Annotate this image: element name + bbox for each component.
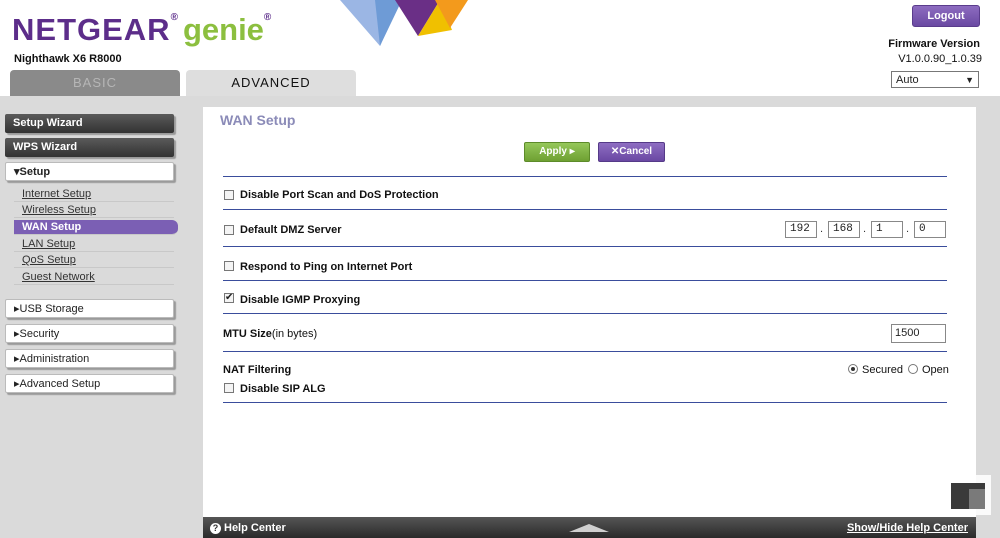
language-selected-value: Auto <box>896 74 919 86</box>
checkmark-icon: ✔ <box>225 292 234 303</box>
tab-advanced[interactable]: ADVANCED <box>186 70 356 96</box>
mtu-size-input[interactable]: 1500 <box>891 324 946 343</box>
ip-dot: . <box>906 223 910 235</box>
sidebar-item-usb-storage[interactable]: ▸USB Storage <box>5 299 174 318</box>
dmz-server-checkbox[interactable] <box>224 225 234 235</box>
sidebar-item-wps-wizard[interactable]: WPS Wizard <box>5 138 174 157</box>
mtu-label-text: MTU Size <box>223 328 272 340</box>
logout-button[interactable]: Logout <box>912 5 980 27</box>
dropdown-arrow-icon: ▼ <box>965 75 974 85</box>
firmware-version-label: Firmware Version <box>888 38 980 50</box>
separator <box>223 351 947 352</box>
separator <box>223 402 947 403</box>
sidebar-item-administration[interactable]: ▸Administration <box>5 349 174 368</box>
sidebar-item-label: Security <box>19 328 60 340</box>
ip-dot: . <box>820 223 824 235</box>
firmware-version-value: V1.0.0.90_1.0.39 <box>898 53 982 65</box>
sidebar-item-security[interactable]: ▸Security <box>5 324 174 343</box>
disable-port-scan-label: Disable Port Scan and DoS Protection <box>240 189 439 201</box>
nat-secured-radio[interactable] <box>848 364 858 374</box>
sidebar-item-label: Setup <box>19 166 51 178</box>
model-name: Nighthawk X6 R8000 <box>14 53 122 65</box>
sidebar-item-qos-setup[interactable]: QoS Setup <box>14 253 174 268</box>
sidebar-item-wireless-setup[interactable]: Wireless Setup <box>14 203 174 218</box>
dmz-ip-octet-4[interactable]: 0 <box>914 221 946 238</box>
tab-basic[interactable]: BASIC <box>10 70 180 96</box>
page-title: WAN Setup <box>220 112 296 128</box>
dmz-ip-octet-1[interactable]: 192 <box>785 221 817 238</box>
sidebar-item-lan-setup[interactable]: LAN Setup <box>14 237 174 252</box>
help-footer-bar: ? Help Center Show/Hide Help Center <box>203 517 976 538</box>
help-center-label: Help Center <box>224 522 286 534</box>
nat-open-label: Open <box>922 364 949 376</box>
apply-label: Apply <box>539 146 567 157</box>
sidebar-item-label: USB Storage <box>19 303 84 315</box>
separator <box>223 246 947 247</box>
netgear-genie-logo: NETGEAR® genie® <box>12 12 273 47</box>
language-select[interactable]: Auto ▼ <box>891 71 979 88</box>
decorative-triangles-icon <box>340 0 468 46</box>
show-hide-help-center-link[interactable]: Show/Hide Help Center <box>847 522 968 534</box>
sidebar-item-wan-setup[interactable]: WAN Setup <box>14 220 178 235</box>
dmz-server-label: Default DMZ Server <box>240 224 342 236</box>
sidebar: Setup Wizard WPS Wizard ▾Setup Internet … <box>0 96 185 538</box>
dmz-ip-octet-2[interactable]: 168 <box>828 221 860 238</box>
disable-sip-alg-label: Disable SIP ALG <box>240 383 326 395</box>
separator <box>223 280 947 281</box>
main-panel: WAN Setup Apply ▸ ✕Cancel Disable Port S… <box>203 107 976 517</box>
nat-filtering-label: NAT Filtering <box>223 364 292 376</box>
disable-igmp-checkbox[interactable]: ✔ <box>224 293 234 303</box>
respond-ping-checkbox[interactable] <box>224 261 234 271</box>
play-arrow-icon: ▸ <box>569 146 575 157</box>
nat-secured-label: Secured <box>862 364 903 376</box>
help-question-icon: ? <box>210 523 221 534</box>
sidebar-item-label: Advanced Setup <box>19 378 101 390</box>
separator <box>223 176 947 177</box>
apply-button[interactable]: Apply ▸ <box>524 142 590 162</box>
sidebar-item-setup-wizard[interactable]: Setup Wizard <box>5 114 174 133</box>
disable-port-scan-checkbox[interactable] <box>224 190 234 200</box>
watermark-logo-icon <box>945 475 991 515</box>
ip-dot: . <box>863 223 867 235</box>
dmz-ip-octet-3[interactable]: 1 <box>871 221 903 238</box>
sidebar-item-advanced-setup[interactable]: ▸Advanced Setup <box>5 374 174 393</box>
respond-ping-label: Respond to Ping on Internet Port <box>240 261 413 273</box>
sidebar-item-guest-network[interactable]: Guest Network <box>14 270 174 285</box>
cancel-label: Cancel <box>619 146 653 157</box>
separator <box>223 313 947 314</box>
mtu-unit-text: (in bytes) <box>271 328 318 340</box>
mtu-size-label: MTU Size(in bytes) <box>223 328 317 340</box>
help-center-link[interactable]: ? Help Center <box>210 522 286 534</box>
disable-sip-alg-checkbox[interactable] <box>224 383 234 393</box>
sidebar-item-label: Administration <box>19 353 90 365</box>
header: NETGEAR® genie® Nighthawk X6 R8000 Logout… <box>0 0 1000 96</box>
nat-open-radio[interactable] <box>908 364 918 374</box>
separator <box>223 209 947 210</box>
disable-igmp-label: Disable IGMP Proxying <box>240 294 361 306</box>
sidebar-item-internet-setup[interactable]: Internet Setup <box>14 187 174 202</box>
cancel-button[interactable]: ✕Cancel <box>598 142 665 162</box>
expand-up-icon[interactable] <box>569 524 609 532</box>
sidebar-item-setup[interactable]: ▾Setup <box>5 162 174 181</box>
